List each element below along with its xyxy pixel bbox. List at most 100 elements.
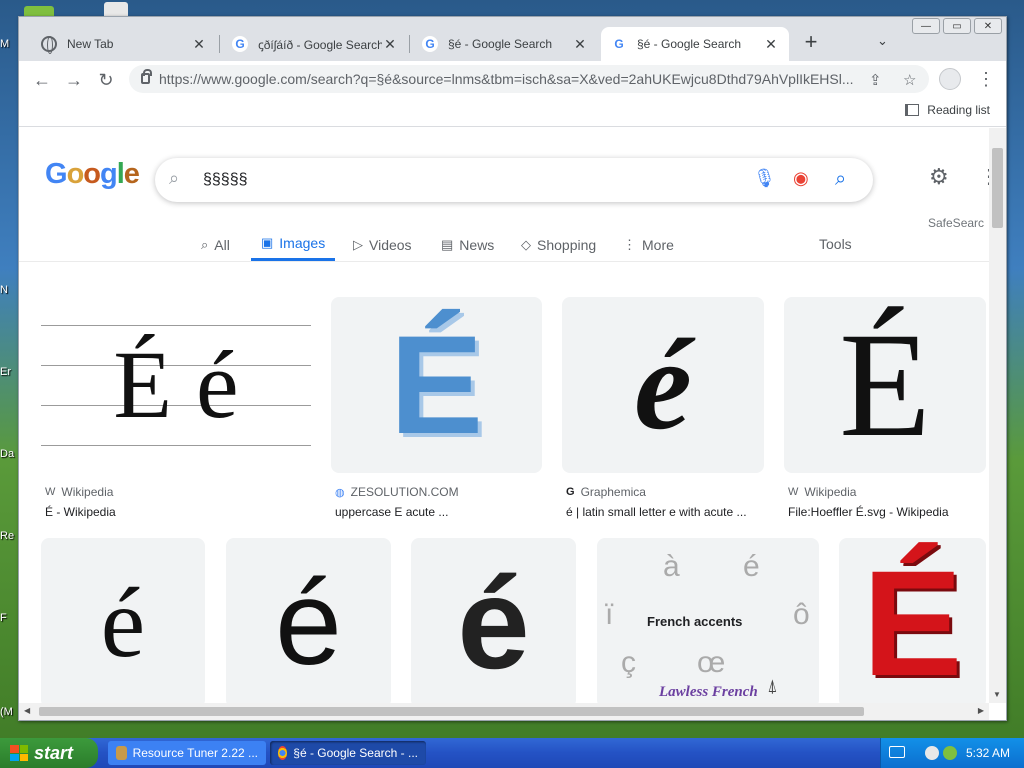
clock[interactable]: 5:32 AM: [966, 746, 1010, 760]
logo-letter: o: [83, 158, 101, 190]
maximize-button[interactable]: ▭: [943, 18, 971, 34]
image-result[interactable]: É é W Wikipedia É - Wikipedia: [41, 297, 311, 527]
result-thumbnail[interactable]: É é: [41, 297, 311, 473]
scrollbar-thumb[interactable]: [39, 707, 864, 716]
reading-list-button[interactable]: Reading list: [905, 103, 990, 117]
taskbar: start Resource Tuner 2.22 ... §é - Googl…: [0, 738, 1024, 768]
result-title[interactable]: é | latin small letter e with acute ...: [566, 505, 747, 519]
close-icon[interactable]: ✕: [191, 36, 207, 53]
tab-videos[interactable]: ▷ Videos: [353, 228, 412, 261]
image-result[interactable]: É: [839, 538, 986, 703]
result-title[interactable]: File:Hoeffler É.svg - Wikipedia: [788, 505, 949, 519]
image-result-french-accents[interactable]: à é ï ô ç œ French accents Lawless Frenc…: [597, 538, 819, 703]
url-input[interactable]: [159, 71, 859, 87]
tab-search-chevron-icon[interactable]: ⌄: [877, 33, 888, 49]
tab-label: Videos: [369, 236, 412, 253]
keyboard-icon[interactable]: [889, 746, 905, 758]
minimize-button[interactable]: —: [912, 18, 940, 34]
new-tab-button[interactable]: +: [799, 31, 823, 53]
search-submit-icon[interactable]: ⌕: [835, 168, 846, 191]
scroll-right-arrow-icon[interactable]: ▶: [978, 706, 984, 715]
chrome-icon: [278, 746, 288, 760]
back-arrow-icon[interactable]: ←: [31, 69, 53, 91]
forward-arrow-icon[interactable]: →: [63, 69, 85, 91]
share-icon[interactable]: ⇪: [869, 71, 882, 89]
result-thumbnail[interactable]: É: [331, 297, 542, 473]
result-title[interactable]: É - Wikipedia: [45, 505, 116, 519]
image-result[interactable]: é: [41, 538, 205, 703]
image-result[interactable]: é G Graphemica é | latin small letter e …: [562, 297, 764, 527]
tab-title: §é - Google Search: [448, 37, 553, 51]
graphemica-icon: G: [566, 486, 575, 498]
result-thumbnail[interactable]: é: [411, 538, 576, 703]
result-source: W Wikipedia: [788, 485, 856, 499]
tab-news[interactable]: ▤ News: [441, 228, 494, 261]
tab-shopping[interactable]: ◇ Shopping: [521, 228, 596, 261]
close-window-button[interactable]: ✕: [974, 18, 1002, 34]
bookmarks-bar: Reading list: [19, 99, 1006, 127]
tab-google-search-1[interactable]: G ꞔðíʃáíð - Google Search ✕: [222, 27, 408, 61]
image-result[interactable]: é: [411, 538, 576, 703]
tab-google-search-active[interactable]: G §é - Google Search ✕: [601, 27, 789, 61]
image-result[interactable]: É W Wikipedia File:Hoeffler É.svg - Wiki…: [784, 297, 986, 527]
tab-images[interactable]: ▣ Images: [251, 228, 336, 261]
result-thumbnail[interactable]: É: [784, 297, 986, 473]
safesearch-button[interactable]: SafeSearc: [928, 216, 984, 230]
close-icon[interactable]: ✕: [763, 36, 779, 53]
more-options-icon[interactable]: ⋮: [979, 164, 989, 189]
profile-avatar[interactable]: [939, 68, 961, 90]
tools-button[interactable]: Tools: [819, 236, 852, 252]
google-results-page: Google ⌕ 🎙 ◉ ⌕ ⚙ ⋮ ⌕ All ▣ Images ▷ Vide…: [19, 128, 989, 703]
scroll-left-arrow-icon[interactable]: ◀: [24, 706, 30, 715]
result-thumbnail[interactable]: é: [41, 538, 205, 703]
desktop-label-fragment: Er: [0, 366, 11, 378]
close-icon[interactable]: ✕: [382, 36, 398, 53]
camera-lens-icon[interactable]: ◉: [793, 168, 809, 189]
horizontal-scrollbar[interactable]: ◀ ▶: [19, 703, 989, 720]
network-icon[interactable]: [925, 746, 939, 760]
security-shield-icon[interactable]: [943, 746, 957, 760]
thumbnail-glyph: é: [100, 567, 146, 678]
result-thumbnail[interactable]: à é ï ô ç œ French accents Lawless Frenc…: [597, 538, 819, 703]
search-icon: ⌕: [169, 168, 180, 188]
result-thumbnail[interactable]: é: [226, 538, 391, 703]
result-thumbnail[interactable]: É: [839, 538, 986, 703]
logo-letter: e: [123, 158, 140, 190]
tab-new-tab[interactable]: New Tab ✕: [31, 27, 217, 61]
address-bar[interactable]: ⇪ ☆: [129, 65, 929, 93]
image-result[interactable]: é: [226, 538, 391, 703]
search-box[interactable]: ⌕ 🎙 ◉ ⌕: [155, 158, 873, 202]
vertical-scrollbar[interactable]: ▼: [989, 128, 1006, 703]
tab-all[interactable]: ⌕ All: [201, 228, 230, 261]
accent-glyph: ï: [605, 598, 614, 631]
image-result[interactable]: É ◍ ZESOLUTION.COM uppercase E acute ...: [331, 297, 542, 527]
reading-list-label: Reading list: [927, 103, 990, 117]
tag-icon: ◇: [521, 236, 531, 252]
play-icon: ▷: [353, 236, 363, 252]
tab-title: ꞔðíʃáíð - Google Search: [258, 37, 382, 52]
close-icon[interactable]: ✕: [572, 36, 588, 53]
scrollbar-thumb[interactable]: [992, 148, 1003, 228]
browser-menu-icon[interactable]: ⋮: [977, 69, 995, 89]
tab-google-search-2[interactable]: G §é - Google Search ✕: [412, 27, 598, 61]
settings-gear-icon[interactable]: ⚙: [929, 164, 949, 190]
task-label: Resource Tuner 2.22 ...: [132, 746, 258, 760]
tab-divider: [409, 35, 410, 53]
thumbnail-glyph: é: [634, 313, 692, 457]
taskbar-item-chrome[interactable]: §é - Google Search - ...: [270, 741, 426, 765]
scroll-down-arrow-icon[interactable]: ▼: [993, 690, 1001, 699]
lock-icon[interactable]: [141, 69, 152, 84]
thumbnail-caption: French accents: [647, 614, 743, 629]
tab-more[interactable]: ⋮ More: [623, 228, 674, 261]
search-input[interactable]: [203, 171, 703, 189]
taskbar-item-resource-tuner[interactable]: Resource Tuner 2.22 ...: [108, 741, 266, 765]
result-title[interactable]: uppercase E acute ...: [335, 505, 448, 519]
thumbnail-glyph: é: [457, 550, 530, 696]
bookmark-star-icon[interactable]: ☆: [903, 71, 916, 89]
microphone-icon[interactable]: 🎙: [753, 168, 776, 189]
start-button[interactable]: start: [0, 738, 98, 768]
result-thumbnail[interactable]: é: [562, 297, 764, 473]
google-logo[interactable]: Google: [45, 158, 140, 191]
reading-list-icon: [905, 104, 920, 116]
reload-icon[interactable]: ↻: [95, 69, 117, 91]
